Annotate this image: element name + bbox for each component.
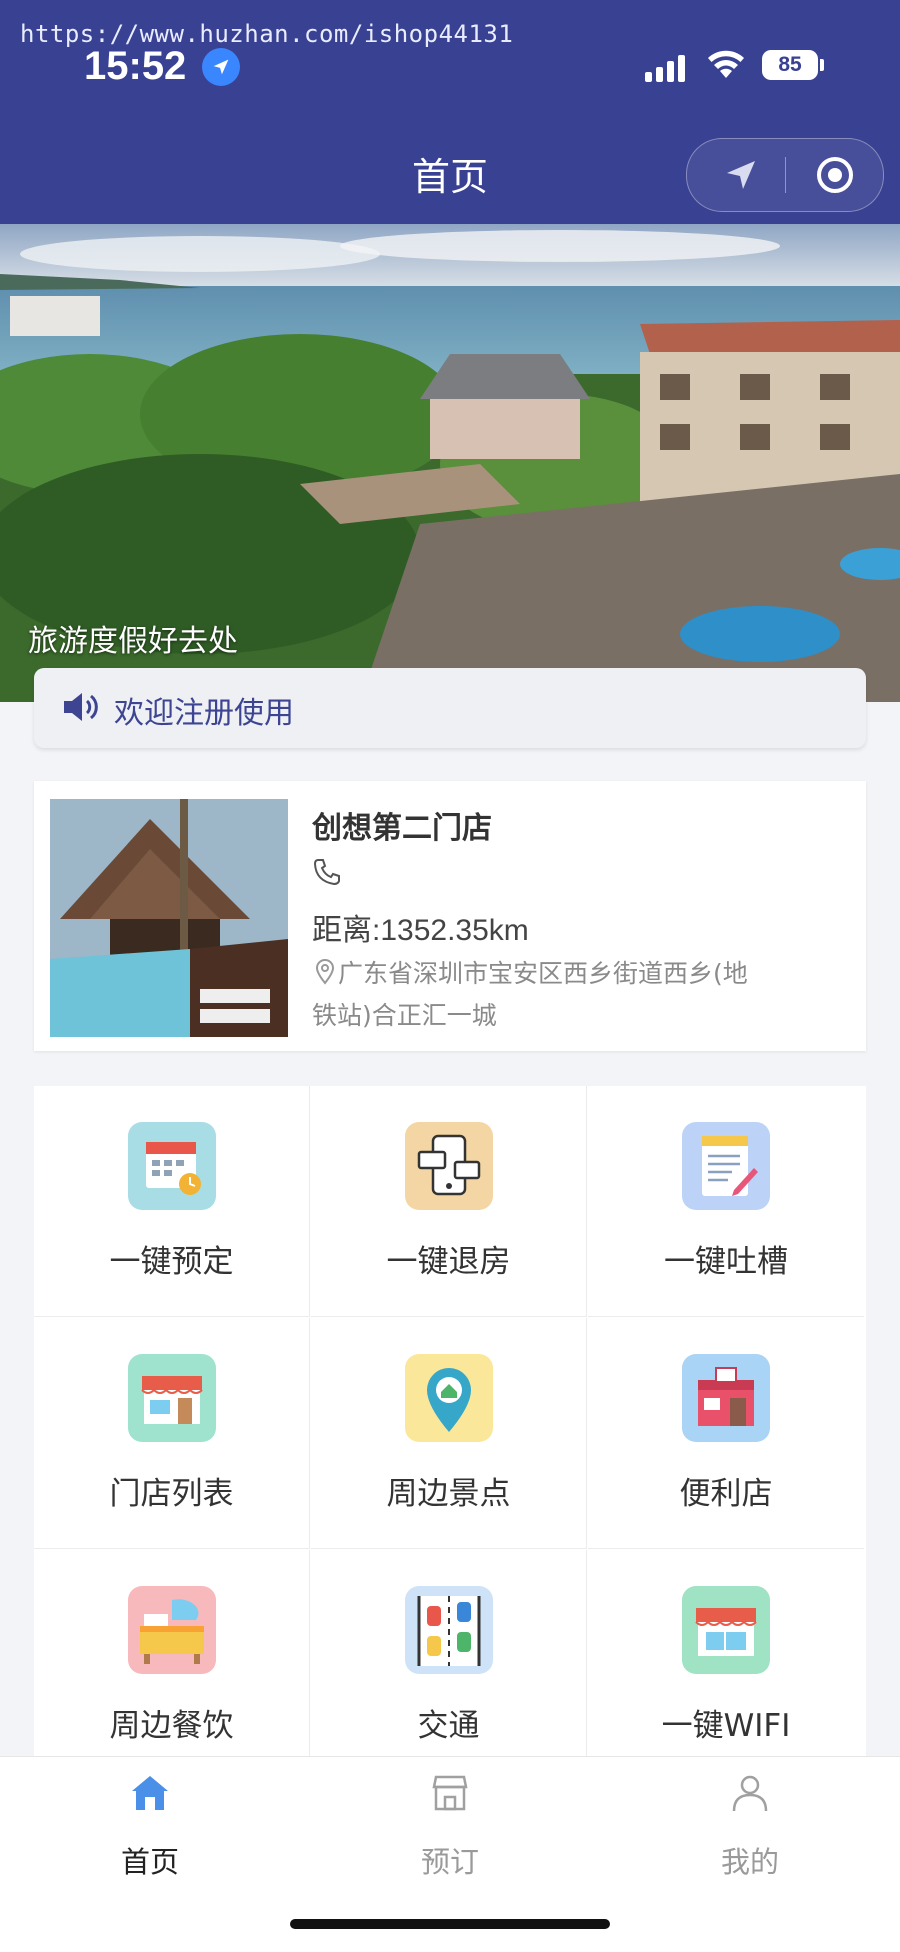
phone-icon[interactable]: [312, 857, 342, 887]
banner-caption: 旅游度假好去处: [28, 624, 238, 659]
service-traffic[interactable]: 交通: [311, 1550, 587, 1781]
location-pin-icon: [405, 1354, 493, 1442]
service-feedback[interactable]: 一键吐槽: [588, 1086, 864, 1317]
service-label: 周边景点: [386, 1476, 511, 1512]
home-icon: [132, 1776, 168, 1810]
service-label: 一键退房: [386, 1244, 511, 1280]
notice-text: 欢迎注册使用: [114, 696, 294, 731]
service-label: 一键预定: [109, 1244, 234, 1280]
service-label: 周边餐饮: [109, 1708, 234, 1744]
battery-tip: [820, 59, 824, 71]
tab-label: 首页: [120, 1845, 179, 1879]
close-target-icon[interactable]: [815, 155, 855, 195]
battery-indicator: 85: [762, 50, 818, 80]
signal-icon: [645, 50, 695, 82]
services-grid: 一键预定 一键退房 一键吐槽 门店列表 周边景点 便利店 周边餐饮 交通 一键W…: [34, 1086, 866, 1781]
mini-program-capsule: [686, 138, 884, 212]
tab-booking[interactable]: 预订: [300, 1757, 600, 1879]
service-book[interactable]: 一键预定: [34, 1086, 310, 1317]
tab-label: 预订: [420, 1845, 479, 1879]
store-address: 广东省深圳市宝安区西乡街道西乡(地铁站)合正汇一城: [312, 959, 748, 1030]
store-photo: [50, 799, 288, 1037]
banner-image[interactable]: 旅游度假好去处: [0, 224, 900, 702]
home-indicator[interactable]: [290, 1919, 610, 1929]
status-time: 15:52: [84, 44, 187, 88]
notepad-icon: [682, 1122, 770, 1210]
wifi-icon: [708, 50, 744, 78]
service-label: 一键吐槽: [664, 1244, 788, 1280]
shop-wifi-icon: [682, 1586, 770, 1674]
notice-bar[interactable]: 欢迎注册使用: [34, 668, 866, 748]
food-stall-icon: [128, 1586, 216, 1674]
status-bar: https://www.huzhan.com/ishop44131 15:52 …: [0, 0, 900, 100]
store-name: 创想第二门店: [312, 811, 492, 846]
navigation-arrow-icon[interactable]: [721, 155, 761, 195]
capsule-divider: [785, 157, 786, 193]
tab-mine[interactable]: 我的: [600, 1757, 900, 1879]
tab-label: 我的: [720, 1845, 779, 1879]
shop-icon: [432, 1775, 468, 1811]
service-store-list[interactable]: 门店列表: [34, 1318, 310, 1549]
nav-bar: 首页: [0, 100, 900, 224]
store-icon: [128, 1354, 216, 1442]
service-label: 便利店: [679, 1476, 773, 1512]
traffic-icon: [405, 1586, 493, 1674]
store-card[interactable]: 创想第二门店 距离:1352.35km 广东省深圳市宝安区西乡街道西乡(地铁站)…: [34, 781, 866, 1051]
service-label: 交通: [417, 1708, 480, 1744]
service-wifi[interactable]: 一键WIFI: [588, 1550, 864, 1781]
calendar-icon: [128, 1122, 216, 1210]
phone-checkout-icon: [405, 1122, 493, 1210]
service-dining[interactable]: 周边餐饮: [34, 1550, 310, 1781]
service-convenience-store[interactable]: 便利店: [588, 1318, 864, 1549]
service-attractions[interactable]: 周边景点: [311, 1318, 587, 1549]
tab-home[interactable]: 首页: [0, 1757, 300, 1879]
user-icon: [732, 1775, 768, 1812]
service-checkout[interactable]: 一键退房: [311, 1086, 587, 1317]
store-distance: 距离:1352.35km: [312, 914, 529, 947]
location-arrow-icon: [202, 48, 240, 86]
service-label: 一键WIFI: [661, 1708, 791, 1744]
speaker-icon: [64, 693, 98, 721]
convenience-store-icon: [682, 1354, 770, 1442]
service-label: 门店列表: [109, 1476, 234, 1512]
